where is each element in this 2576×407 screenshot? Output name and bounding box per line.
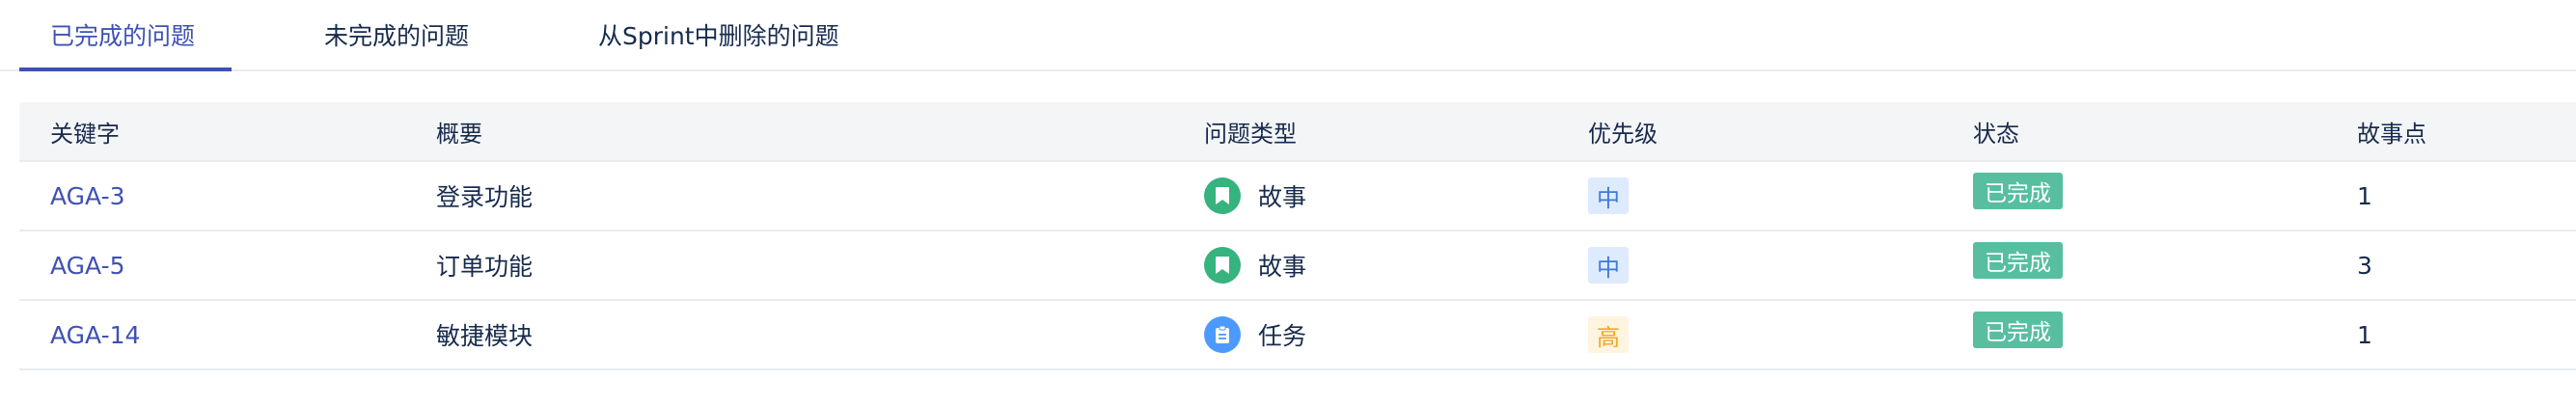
story-points: 3 (2357, 251, 2372, 280)
issue-type-label: 故事 (1258, 253, 1307, 281)
priority-badge: 高 (1588, 316, 1629, 353)
issue-type-label: 任务 (1258, 322, 1307, 350)
table-row[interactable]: AGA-3 登录功能 故事 中 已完成 1 (19, 162, 2576, 231)
issue-type: 任务 (1204, 301, 1306, 368)
priority-badge: 中 (1588, 177, 1629, 214)
column-header-story-points: 故事点 (2357, 120, 2426, 148)
issue-key-link[interactable]: AGA-14 (50, 321, 140, 349)
story-points: 1 (2357, 181, 2372, 210)
issue-key-link[interactable]: AGA-3 (50, 182, 125, 210)
issue-type: 故事 (1204, 231, 1306, 299)
issue-type: 故事 (1204, 162, 1306, 230)
table-row[interactable]: AGA-14 敏捷模块 任务 高 已完成 1 (19, 301, 2576, 370)
table-row[interactable]: AGA-5 订单功能 故事 中 已完成 3 (19, 231, 2576, 301)
column-header-summary: 概要 (436, 120, 482, 148)
priority-badge: 中 (1588, 247, 1629, 284)
status-badge: 已完成 (1973, 312, 2063, 348)
issue-summary: 订单功能 (436, 253, 534, 281)
issue-tabs: 已完成的问题 未完成的问题 从Sprint中删除的问题 (0, 0, 2576, 71)
column-header-status: 状态 (1973, 120, 2019, 148)
column-header-priority: 优先级 (1588, 120, 1658, 148)
clipboard-icon (1204, 316, 1241, 353)
bookmark-icon (1204, 177, 1241, 214)
active-tab-indicator (19, 68, 232, 71)
issue-key-link[interactable]: AGA-5 (50, 252, 125, 280)
status-badge: 已完成 (1973, 242, 2063, 279)
issue-summary: 登录功能 (436, 183, 534, 211)
tab-incomplete-issues[interactable]: 未完成的问题 (324, 0, 469, 69)
table-header: 关键字 概要 问题类型 优先级 状态 故事点 (19, 102, 2576, 162)
tab-completed-issues[interactable]: 已完成的问题 (50, 0, 195, 69)
story-points: 1 (2357, 320, 2372, 349)
issues-table: 关键字 概要 问题类型 优先级 状态 故事点 AGA-3 登录功能 故事 中 已… (19, 102, 2576, 370)
bookmark-icon (1204, 247, 1241, 284)
tab-removed-from-sprint[interactable]: 从Sprint中删除的问题 (598, 0, 839, 69)
column-header-issue-type: 问题类型 (1204, 120, 1297, 148)
status-badge: 已完成 (1973, 173, 2063, 209)
column-header-key: 关键字 (50, 120, 120, 148)
issue-type-label: 故事 (1258, 183, 1307, 211)
issue-summary: 敏捷模块 (436, 322, 534, 350)
